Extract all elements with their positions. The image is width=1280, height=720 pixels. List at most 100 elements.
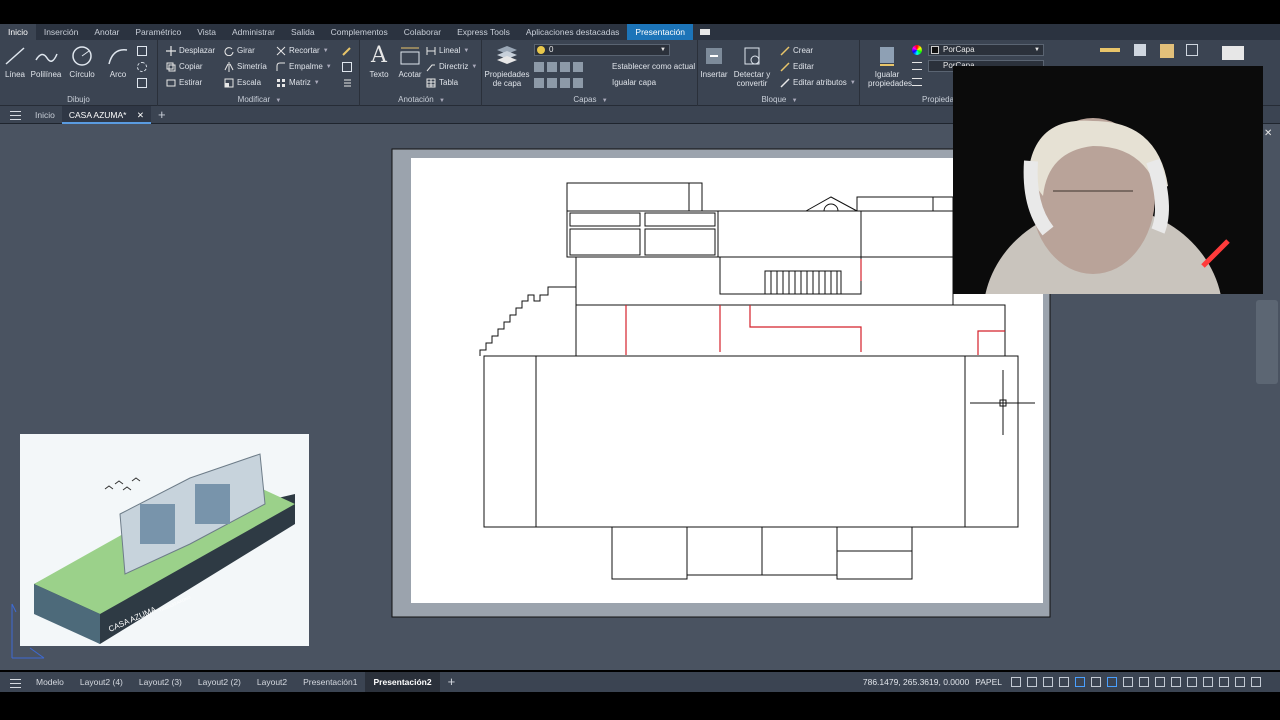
snap-icon[interactable] <box>1027 677 1037 687</box>
close-icon[interactable]: ✕ <box>1264 128 1272 139</box>
layout-tab-modelo[interactable]: Modelo <box>28 672 72 692</box>
linea-button[interactable]: Línea <box>2 44 28 79</box>
insertar-button[interactable]: Insertar <box>700 44 728 79</box>
ortho-icon[interactable] <box>1043 677 1053 687</box>
polar-icon[interactable] <box>1059 677 1069 687</box>
arco-button[interactable]: Arco <box>104 44 132 79</box>
lineweight-toggle-icon[interactable] <box>1123 677 1133 687</box>
polilinea-button[interactable]: Polilínea <box>30 44 62 79</box>
tab-vista[interactable]: Vista <box>189 24 224 40</box>
erase-tool[interactable] <box>342 44 355 57</box>
new-tab-plus-icon[interactable]: + <box>151 106 173 124</box>
base-icon[interactable] <box>1222 46 1244 60</box>
group-icon[interactable] <box>1134 44 1146 56</box>
group-title-modificar[interactable]: Modificar ▼ <box>160 95 359 104</box>
escala-button[interactable]: Escala <box>224 76 261 89</box>
tab-express-tools[interactable]: Express Tools <box>449 24 518 40</box>
annotation-monitor-icon[interactable] <box>1171 677 1181 687</box>
isolate-icon[interactable] <box>1219 677 1229 687</box>
layer-lock-icon <box>573 61 583 72</box>
tab-presentacion[interactable]: Presentación <box>627 24 694 40</box>
navigation-bar[interactable] <box>1256 300 1278 384</box>
layout-tab-layout2-3[interactable]: Layout2 (3) <box>131 672 190 692</box>
girar-button[interactable]: Girar <box>224 44 255 57</box>
layer-tools-row-1[interactable] <box>534 60 586 73</box>
measure-icon[interactable] <box>1100 48 1120 52</box>
layout-tab-presentacion2[interactable]: Presentación2 <box>365 672 440 692</box>
circulo-button[interactable]: Círculo <box>66 44 98 79</box>
clean-screen-icon[interactable] <box>1251 677 1261 687</box>
transparency-icon[interactable] <box>912 78 922 86</box>
add-layout-plus-icon[interactable]: + <box>440 672 464 692</box>
transparency-toggle-icon[interactable] <box>1139 677 1149 687</box>
hatch-tool[interactable] <box>137 60 150 73</box>
explode-tool[interactable] <box>342 60 355 73</box>
establecer-como-actual-button[interactable]: Establecer como actual <box>612 60 695 73</box>
grid-icon[interactable] <box>1011 677 1021 687</box>
doc-tab-casa-azuma[interactable]: CASA AZUMA* ✕ <box>61 105 151 124</box>
layer-dropdown[interactable]: 0 ▼ <box>534 44 670 56</box>
igualar-propiedades-button[interactable]: Igualar propiedades <box>868 44 912 88</box>
tabla-button[interactable]: Tabla <box>426 76 458 89</box>
rectangle-tool[interactable] <box>137 44 150 57</box>
tab-colaborar[interactable]: Colaborar <box>396 24 449 40</box>
plus-icon[interactable] <box>1203 677 1213 687</box>
directriz-button[interactable]: Directriz ▼ <box>426 60 477 73</box>
space-toggle[interactable]: PAPEL <box>975 677 1002 687</box>
simetria-button[interactable]: Simetría <box>224 60 267 73</box>
dynamic-ucs-icon[interactable] <box>1107 677 1117 687</box>
group-title-capas[interactable]: Capas ▼ <box>484 95 697 104</box>
acotar-button[interactable]: Acotar <box>396 44 424 79</box>
lineal-button[interactable]: Lineal ▼ <box>426 44 469 57</box>
color-dropdown[interactable]: PorCapa ▼ <box>928 44 1044 56</box>
selection-cycling-icon[interactable] <box>1155 677 1165 687</box>
axonometric-preview-image: CASA AZUMA TRABAJO AXONO <box>20 434 309 646</box>
editar-atributos-button[interactable]: Editar atributos ▼ <box>780 76 856 89</box>
layout-tab-layout2-2[interactable]: Layout2 (2) <box>190 672 249 692</box>
doc-tab-inicio[interactable]: Inicio <box>28 106 62 124</box>
tab-complementos[interactable]: Complementos <box>323 24 396 40</box>
lineweight-icon[interactable] <box>912 62 922 70</box>
copiar-button[interactable]: Copiar <box>166 60 203 73</box>
close-icon[interactable]: ✕ <box>137 110 144 120</box>
tab-salida[interactable]: Salida <box>283 24 323 40</box>
tab-inicio[interactable]: Inicio <box>0 24 36 40</box>
recortar-button[interactable]: Recortar ▼ <box>276 44 329 57</box>
layout-tab-presentacion1[interactable]: Presentación1 <box>295 672 365 692</box>
hardware-acceleration-icon[interactable] <box>1235 677 1245 687</box>
group-title-anotacion[interactable]: Anotación ▼ <box>362 95 481 104</box>
clipboard-icon[interactable] <box>1160 44 1174 58</box>
igualar-capa-button[interactable]: Igualar capa <box>612 76 656 89</box>
file-menu-icon[interactable] <box>0 106 28 124</box>
coordinates-readout[interactable]: 786.1479, 265.3619, 0.0000 <box>863 677 969 687</box>
tab-administrar[interactable]: Administrar <box>224 24 283 40</box>
layout-tab-layout2-4[interactable]: Layout2 (4) <box>72 672 131 692</box>
osnap-icon[interactable] <box>1075 677 1085 687</box>
tab-insercion[interactable]: Inserción <box>36 24 87 40</box>
estirar-button[interactable]: Estirar <box>166 76 202 89</box>
group-title-bloque[interactable]: Bloque ▼ <box>700 95 859 104</box>
layer-tools-row-2[interactable] <box>534 76 586 89</box>
otrack-icon[interactable] <box>1091 677 1101 687</box>
layout-tab-layout2[interactable]: Layout2 <box>249 672 295 692</box>
layout-menu-icon[interactable] <box>0 673 28 691</box>
desplazar-button[interactable]: Desplazar <box>166 44 215 57</box>
matriz-button[interactable]: Matriz ▼ <box>276 76 320 89</box>
tab-anotar[interactable]: Anotar <box>86 24 127 40</box>
color-wheel-icon[interactable] <box>912 45 922 55</box>
customization-menu-icon[interactable] <box>1267 677 1277 687</box>
texto-button[interactable]: A Texto <box>366 44 392 80</box>
empalme-button[interactable]: Empalme ▼ <box>276 60 332 73</box>
workspace-gear-icon[interactable] <box>1187 677 1197 687</box>
boundary-tool[interactable] <box>137 76 150 89</box>
offset-tool[interactable] <box>342 76 355 89</box>
tab-aplicaciones-destacadas[interactable]: Aplicaciones destacadas <box>518 24 628 40</box>
detectar-y-convertir-button[interactable]: Detectar y convertir <box>732 44 772 88</box>
tab-parametrico[interactable]: Paramétrico <box>127 24 189 40</box>
editar-button[interactable]: Editar <box>780 60 814 73</box>
ribbon-display-toggle-icon[interactable] <box>697 27 717 37</box>
view-icon[interactable] <box>1186 44 1198 56</box>
group-title-dibujo[interactable]: Dibujo <box>0 95 157 104</box>
crear-button[interactable]: Crear <box>780 44 813 57</box>
propiedades-de-capa-button[interactable]: Propiedades de capa <box>484 44 530 88</box>
